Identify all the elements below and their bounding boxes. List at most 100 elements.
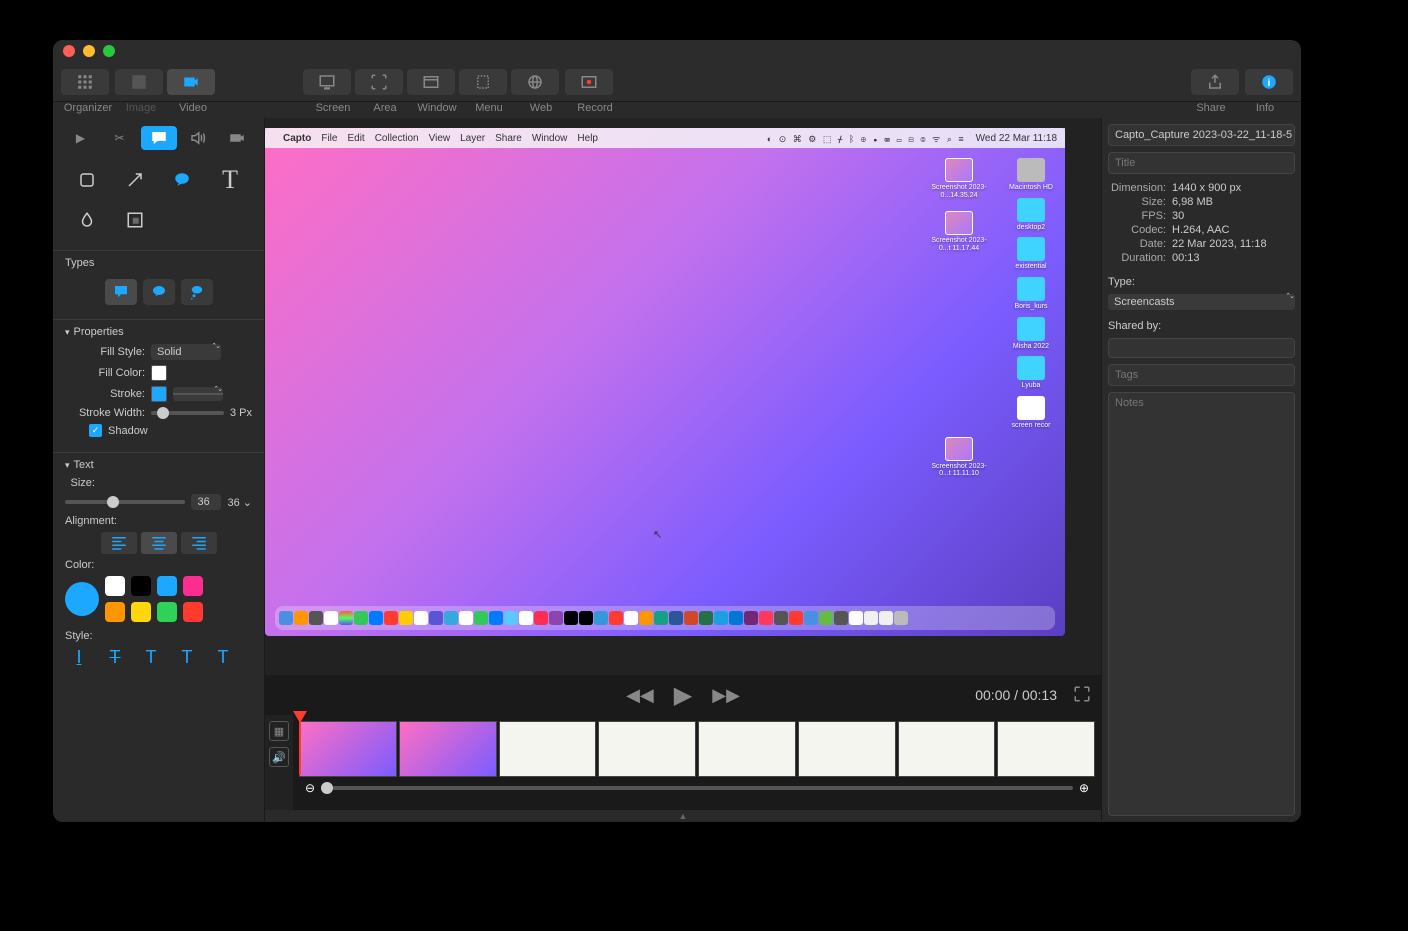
close-window-button[interactable] [63,45,75,57]
rect-tool[interactable] [65,162,109,198]
info-button[interactable]: i [1245,69,1293,95]
svg-text:i: i [1268,76,1271,88]
stroke-style-select[interactable] [173,387,223,401]
zoom-in-icon[interactable]: ⊕ [1079,781,1089,795]
color-blue[interactable] [157,576,177,596]
text-size-stepper[interactable]: 36 ⌄ [227,496,252,509]
type-select[interactable]: Screencasts [1108,294,1295,310]
forward-button[interactable]: ▶▶ [712,685,740,706]
arrow-tool[interactable] [113,162,157,198]
menu-capture-button[interactable] [459,69,507,95]
image-icon [130,73,148,91]
style-t1-button[interactable]: T [137,647,165,668]
color-label: Color: [65,559,94,571]
filename-field[interactable]: Capto_Capture 2023-03-22_11-18-5 [1108,124,1295,146]
record-button[interactable] [565,69,613,95]
duration-value: 00:13 [1172,252,1200,264]
text-size-input[interactable]: 36 [191,494,221,510]
title-field[interactable]: Title [1108,152,1295,174]
text-size-slider[interactable] [65,500,185,504]
align-center-button[interactable] [141,532,177,554]
fill-color-swatch[interactable] [151,365,167,381]
marker-tool[interactable] [113,202,157,238]
camera-tab[interactable] [219,126,255,150]
annotation-tab[interactable] [141,126,177,150]
thought-bubble-type[interactable] [181,279,213,305]
speech-square-icon [112,283,130,301]
text-header[interactable]: ▾Text [65,459,252,471]
left-panel: ▶ ✂ T Types [53,118,265,822]
zoom-out-icon[interactable]: ⊖ [305,781,315,795]
stroke-width-slider[interactable] [151,411,224,415]
timeline-thumb [698,721,796,777]
speech-oval-type[interactable] [143,279,175,305]
codec-value: H.264, AAC [1172,224,1229,236]
info-icon: i [1260,73,1278,91]
speech-icon [150,129,168,147]
color-yellow[interactable] [131,602,151,622]
web-capture-button[interactable] [511,69,559,95]
timeline-thumb [399,721,497,777]
color-black[interactable] [131,576,151,596]
timeline-thumb [898,721,996,777]
align-right-button[interactable] [181,532,217,554]
fullscreen-window-button[interactable] [103,45,115,57]
fill-style-select[interactable]: Solid [151,344,221,360]
play-tab[interactable]: ▶ [63,126,99,150]
play-button[interactable]: ▶ [674,681,692,710]
window-capture-button[interactable] [407,69,455,95]
cut-tab[interactable]: ✂ [102,126,138,150]
spotlight-icon [126,211,144,229]
sharedby-field[interactable] [1108,338,1295,358]
video-track-button[interactable]: ▦ [269,721,289,741]
share-button[interactable] [1191,69,1239,95]
zoom-slider[interactable] [321,786,1073,790]
grid-icon [76,73,94,91]
stroke-color-swatch[interactable] [151,386,167,402]
dimension-value: 1440 x 900 px [1172,182,1241,194]
text-size-label: Size: [65,477,95,489]
align-left-button[interactable] [101,532,137,554]
underline-button[interactable]: I [65,647,93,668]
area-capture-button[interactable] [355,69,403,95]
color-pink[interactable] [183,576,203,596]
organizer-button[interactable] [61,69,109,95]
screen-capture-button[interactable] [303,69,351,95]
audio-tab[interactable] [180,126,216,150]
notes-field[interactable]: Notes [1108,392,1295,816]
tags-field[interactable]: Tags [1108,364,1295,386]
timeline-thumb [499,721,597,777]
color-white[interactable] [105,576,125,596]
minimize-window-button[interactable] [83,45,95,57]
monitor-icon [318,73,336,91]
image-button[interactable] [115,69,163,95]
color-orange[interactable] [105,602,125,622]
stroke-width-value: 3 Px [230,407,252,419]
stroke-label: Stroke: [65,388,145,400]
center-panel: Capto File Edit Collection View Layer Sh… [265,118,1101,822]
properties-header[interactable]: ▾Properties [65,326,252,338]
speech-tool[interactable] [161,162,205,198]
panel-drag-handle[interactable]: ▲ [265,810,1101,822]
timeline-thumb [997,721,1095,777]
speech-square-type[interactable] [105,279,137,305]
titlebar [53,40,1301,62]
style-t2-button[interactable]: T [173,647,201,668]
fill-style-label: Fill Style: [65,346,145,358]
audio-track-button[interactable]: 🔊 [269,747,289,767]
style-t3-button[interactable]: T [209,647,237,668]
video-button[interactable] [167,69,215,95]
strikethrough-button[interactable]: T [101,647,129,668]
color-selected[interactable] [65,582,99,616]
video-icon [182,73,200,91]
color-red[interactable] [183,602,203,622]
rewind-button[interactable]: ◀◀ [626,685,654,706]
timeline-track[interactable]: ⊖ ⊕ [293,715,1101,810]
fullscreen-button[interactable] [1073,685,1091,706]
playhead[interactable] [299,715,301,775]
info-panel: Capto_Capture 2023-03-22_11-18-5 Title D… [1101,118,1301,822]
blur-tool[interactable] [65,202,109,238]
shadow-checkbox[interactable]: ✓ [89,424,102,437]
color-green[interactable] [157,602,177,622]
text-tool[interactable]: T [208,162,252,198]
